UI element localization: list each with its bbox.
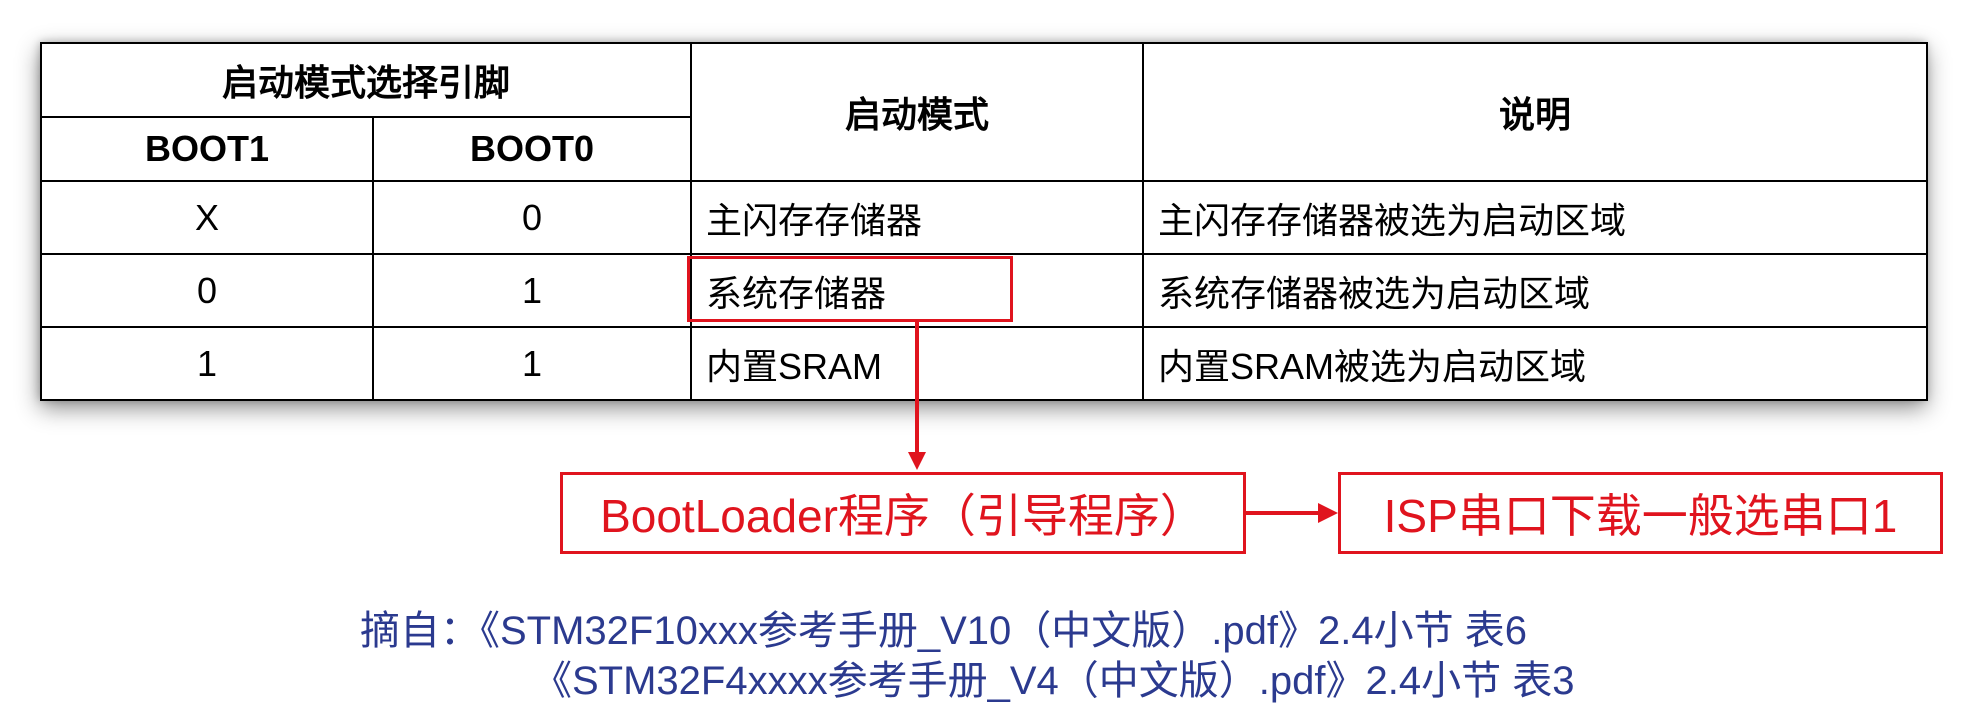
cell-description: 内置SRAM被选为启动区域 bbox=[1142, 326, 1929, 401]
table-row: X 0 主闪存存储器 主闪存存储器被选为启动区域 bbox=[40, 180, 1929, 255]
cell-mode: 主闪存存储器 bbox=[690, 180, 1145, 255]
header-description: 说明 bbox=[1142, 42, 1929, 182]
cell-description: 主闪存存储器被选为启动区域 bbox=[1142, 180, 1929, 255]
source-line-2: 《STM32F4xxxx参考手册_V4（中文版）.pdf》2.4小节 表3 bbox=[532, 659, 1575, 703]
cell-boot1: X bbox=[40, 180, 374, 255]
system-memory-highlight bbox=[687, 256, 1013, 322]
bootloader-callout: BootLoader程序（引导程序） bbox=[560, 472, 1246, 554]
header-boot-mode: 启动模式 bbox=[690, 42, 1145, 182]
header-boot-pins: 启动模式选择引脚 bbox=[39, 42, 693, 118]
cell-boot0: 0 bbox=[371, 180, 693, 255]
table-header-row: 启动模式选择引脚 启动模式 说明 bbox=[39, 42, 1929, 182]
cell-boot0: 1 bbox=[371, 326, 693, 401]
header-boot1: BOOT1 bbox=[40, 116, 374, 182]
cell-boot1: 1 bbox=[40, 326, 374, 401]
cell-boot1: 0 bbox=[40, 253, 374, 328]
down-arrow-head bbox=[908, 452, 926, 470]
right-arrow-head bbox=[1318, 503, 1338, 523]
cell-description: 系统存储器被选为启动区域 bbox=[1142, 253, 1929, 328]
isp-callout: ISP串口下载一般选串口1 bbox=[1338, 472, 1943, 554]
cell-boot0: 1 bbox=[371, 253, 693, 328]
table-row: 1 1 内置SRAM 内置SRAM被选为启动区域 bbox=[40, 326, 1929, 401]
right-arrow-line bbox=[1246, 511, 1322, 515]
down-arrow-line bbox=[915, 322, 919, 458]
boot-mode-table: 启动模式选择引脚 启动模式 说明 BOOT1 BOOT0 X 0 主闪存存储器 … bbox=[39, 42, 1929, 401]
header-boot0: BOOT0 bbox=[371, 116, 693, 182]
